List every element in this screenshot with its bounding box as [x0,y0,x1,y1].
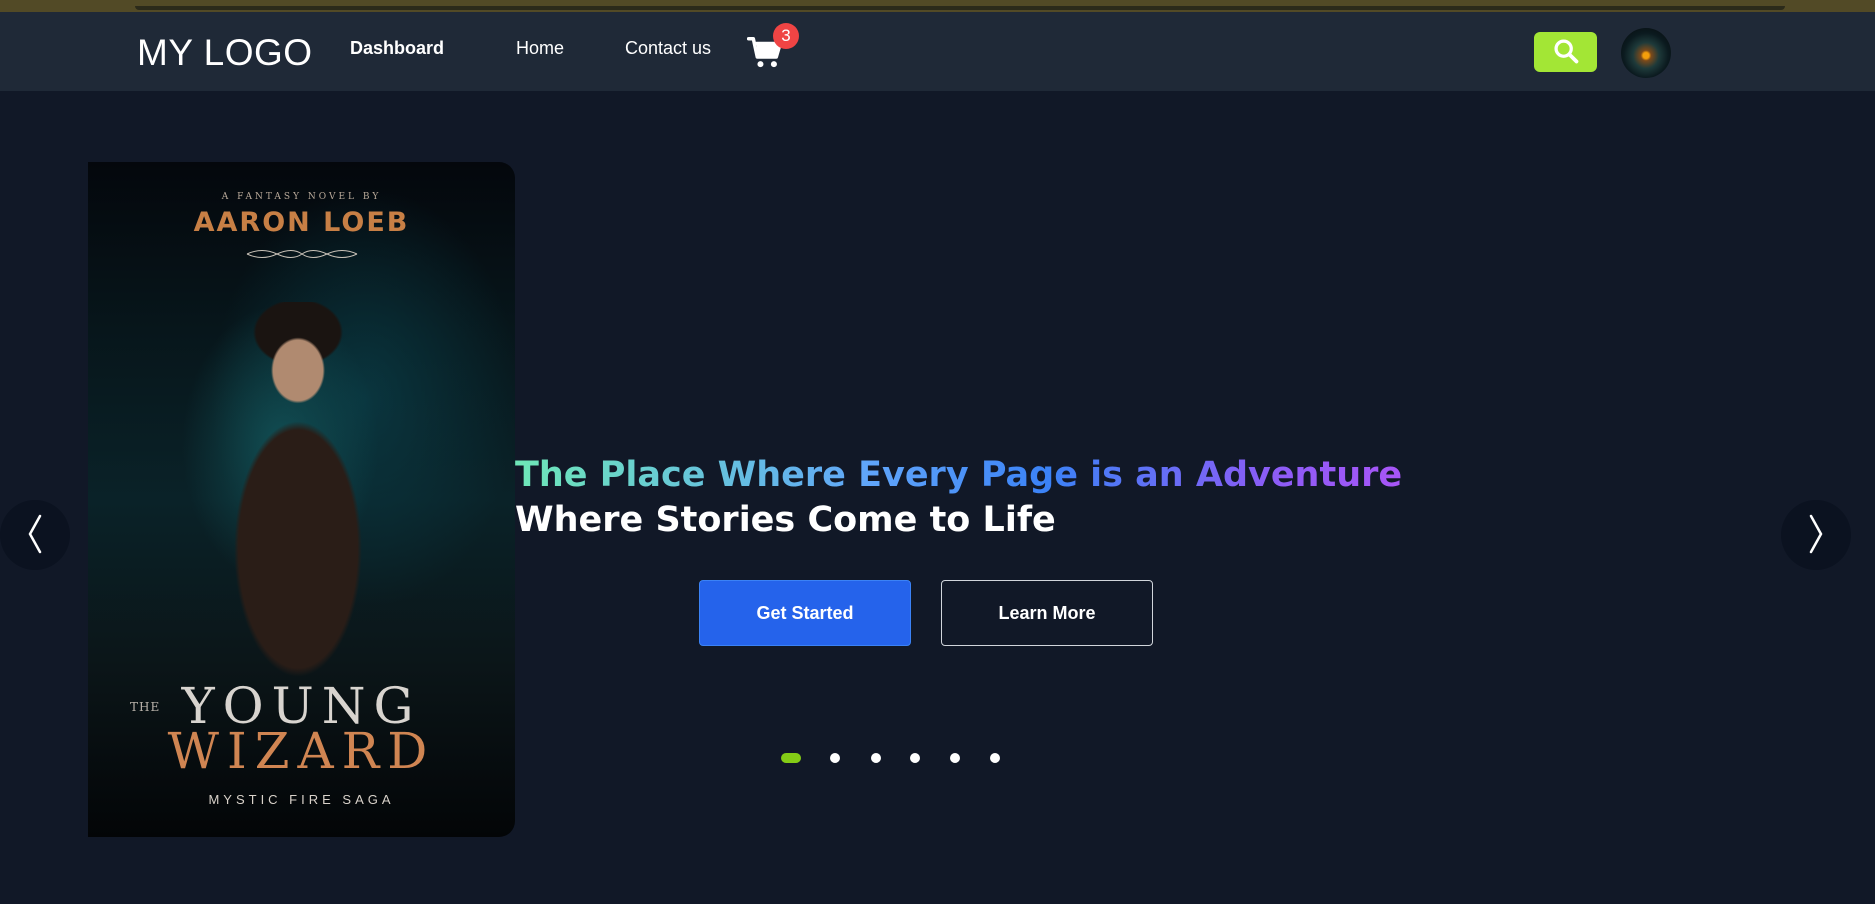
search-button[interactable] [1534,32,1597,72]
cover-flourish [246,250,357,258]
carousel-dot-3[interactable] [871,753,881,763]
logo[interactable]: MY LOGO [137,32,313,74]
carousel-prev-button[interactable] [0,500,70,570]
cover-tagline: A FANTASY NOVEL BY [221,192,382,202]
top-border-strip [0,0,1875,12]
cart-count-badge: 3 [773,23,799,49]
cover-author: AARON LOEB [193,207,410,238]
carousel-dot-2[interactable] [830,753,840,763]
chevron-left-icon [23,512,47,559]
carousel-dot-4[interactable] [910,753,920,763]
book-cover-image: A FANTASY NOVEL BY AARON LOEB THE YOUNG … [88,162,515,837]
carousel-next-button[interactable] [1781,500,1851,570]
hero-headline: The Place Where Every Page is an Adventu… [515,452,1402,498]
cover-title-line2: WIZARD [167,722,436,780]
cover-illustration [213,302,383,682]
chevron-right-icon [1804,512,1828,559]
hero-subheadline: Where Stories Come to Life [515,500,1056,540]
carousel-dot-1[interactable] [781,753,801,763]
nav-link-contact[interactable]: Contact us [625,38,711,59]
cover-series: MYSTIC FIRE SAGA [208,792,395,807]
hero-heading: The Place Where Every Page is an Adventu… [515,452,1415,542]
avatar[interactable] [1621,28,1671,78]
nav-link-home[interactable]: Home [516,38,564,59]
carousel-dot-5[interactable] [950,753,960,763]
search-icon [1552,37,1580,68]
learn-more-button[interactable]: Learn More [941,580,1153,646]
carousel-dot-6[interactable] [990,753,1000,763]
navbar: MY LOGO Dashboard Home Contact us 3 [0,12,1875,91]
get-started-button[interactable]: Get Started [699,580,911,646]
nav-link-dashboard[interactable]: Dashboard [350,38,444,59]
